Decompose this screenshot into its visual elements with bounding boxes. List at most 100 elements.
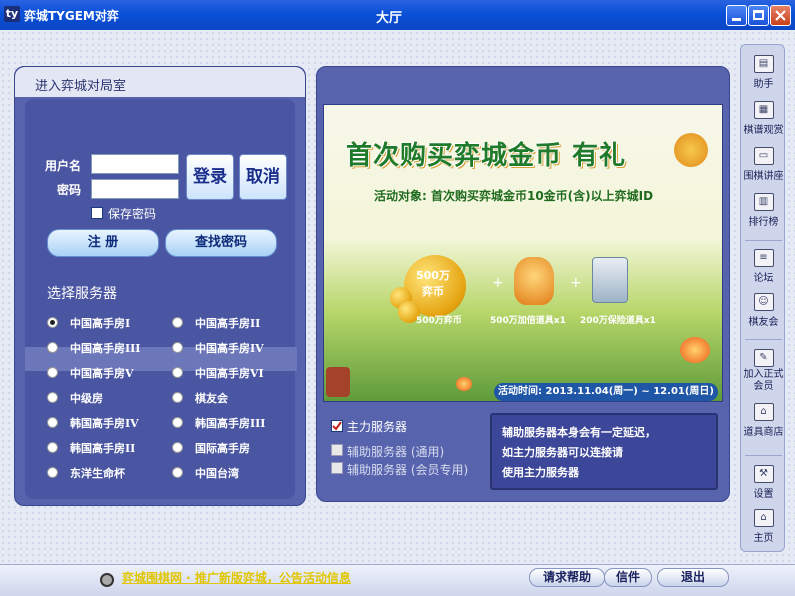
sidebar-item-settings[interactable]: ⚒ 设置 bbox=[741, 465, 786, 500]
coin-badge-line1: 500万 bbox=[416, 269, 450, 282]
notice-line: 辅助服务器本身会有一定延迟， bbox=[502, 426, 656, 439]
aux-server-general-label: 辅助服务器 (通用) bbox=[347, 445, 445, 459]
server-radio[interactable] bbox=[172, 392, 183, 403]
server-label: 中国高手房V bbox=[70, 367, 134, 380]
sidebar-item-home[interactable]: ⌂ 主页 bbox=[741, 509, 786, 544]
promo-banner[interactable]: 首次购买弈城金币 有礼 活动对象: 首次购买弈城金币10金币(含)以上弈城ID … bbox=[323, 104, 723, 402]
assistant-icon: ▤ bbox=[753, 55, 774, 73]
title-bar[interactable]: ty 弈城TYGEM对弈 大厅 bbox=[0, 0, 795, 30]
server-radio[interactable] bbox=[47, 442, 58, 453]
login-panel-header: 进入弈城对局室 bbox=[15, 67, 305, 97]
exit-button[interactable]: 退出 bbox=[657, 568, 729, 587]
server-label: 东洋生命杯 bbox=[70, 467, 125, 480]
server-radio[interactable] bbox=[172, 417, 183, 428]
plus-icon: + bbox=[570, 275, 582, 291]
close-button[interactable] bbox=[770, 5, 791, 26]
sidebar-item-join-member[interactable]: ✎ 加入正式会员 bbox=[741, 349, 786, 393]
speaker-icon[interactable] bbox=[100, 573, 114, 587]
cancel-button[interactable]: 取消 bbox=[239, 154, 287, 200]
save-password-checkbox[interactable] bbox=[91, 207, 103, 219]
close-icon bbox=[775, 10, 786, 21]
bottom-bar: 弈城围棋网 · 推广新版弈城，公告活动信息 请求帮助 信件 退出 bbox=[0, 564, 795, 596]
maximize-icon bbox=[753, 10, 764, 20]
main-server-checkbox[interactable] bbox=[331, 420, 343, 432]
minimize-icon bbox=[732, 18, 741, 21]
sidebar-label: 主页 bbox=[753, 533, 774, 544]
server-label: 中级房 bbox=[70, 392, 103, 405]
sidebar-label: 道具商店 bbox=[743, 427, 784, 438]
forum-icon: ≡ bbox=[753, 249, 774, 267]
server-radio[interactable] bbox=[172, 442, 183, 453]
server-radio[interactable] bbox=[47, 342, 58, 353]
ranking-icon: ▥ bbox=[753, 193, 774, 211]
server-radio[interactable] bbox=[47, 417, 58, 428]
plus-icon: + bbox=[492, 275, 504, 291]
settings-icon: ⚒ bbox=[753, 465, 774, 483]
promo-subtitle: 活动对象: 首次购买弈城金币10金币(含)以上弈城ID bbox=[374, 189, 654, 203]
server-label: 韩国高手房II bbox=[70, 442, 136, 455]
username-input[interactable] bbox=[91, 154, 179, 174]
find-password-button[interactable]: 查找密码 bbox=[165, 229, 277, 257]
server-label: 中国高手房I bbox=[70, 317, 131, 330]
right-sidebar: ▤ 助手 ▦ 棋谱观赏 ▭ 围棋讲座 ▥ 排行榜 ≡ 论坛 ☺ 棋友会 ✎ 加入… bbox=[740, 44, 785, 552]
aux-server-member-checkbox[interactable] bbox=[331, 462, 343, 474]
home-icon: ⌂ bbox=[753, 509, 774, 527]
prize-label: 500万弈币 bbox=[416, 316, 462, 326]
sidebar-label: 围棋讲座 bbox=[743, 171, 784, 182]
register-button[interactable]: 注 册 bbox=[47, 229, 159, 257]
password-label: 密码 bbox=[57, 183, 82, 197]
prize-label: 200万保险道具x1 bbox=[580, 316, 656, 326]
flower-decoration bbox=[680, 337, 710, 363]
sidebar-item-game-records[interactable]: ▦ 棋谱观赏 bbox=[741, 101, 786, 136]
username-label: 用户名 bbox=[45, 159, 82, 173]
notice-line: 如主力服务器可以连接请 bbox=[502, 446, 623, 459]
main-server-label: 主力服务器 bbox=[347, 420, 408, 434]
sidebar-item-club[interactable]: ☺ 棋友会 bbox=[741, 293, 786, 328]
sidebar-label: 助手 bbox=[753, 79, 774, 90]
sidebar-item-ranking[interactable]: ▥ 排行榜 bbox=[741, 193, 786, 228]
server-label: 国际高手房 bbox=[195, 442, 250, 455]
coin-badge-line2: 弈币 bbox=[422, 285, 444, 298]
server-notice-box: 辅助服务器本身会有一定延迟， 如主力服务器可以连接请 使用主力服务器 bbox=[490, 413, 718, 490]
minimize-button[interactable] bbox=[726, 5, 747, 26]
password-input[interactable] bbox=[91, 179, 179, 199]
app-title: 弈城TYGEM对弈 bbox=[24, 9, 119, 23]
server-radio[interactable] bbox=[172, 367, 183, 378]
server-radio[interactable] bbox=[47, 367, 58, 378]
login-panel-title: 进入弈城对局室 bbox=[35, 79, 127, 94]
shop-icon: ⌂ bbox=[753, 403, 774, 421]
sun-decoration bbox=[674, 133, 708, 167]
save-password-label: 保存密码 bbox=[108, 207, 157, 221]
server-radio[interactable] bbox=[172, 317, 183, 328]
sidebar-item-forum[interactable]: ≡ 论坛 bbox=[741, 249, 786, 284]
sidebar-item-lecture[interactable]: ▭ 围棋讲座 bbox=[741, 147, 786, 182]
aux-server-general-checkbox[interactable] bbox=[331, 444, 343, 456]
sidebar-item-assistant[interactable]: ▤ 助手 bbox=[741, 55, 786, 90]
sidebar-label: 棋谱观赏 bbox=[743, 125, 784, 136]
server-radio[interactable] bbox=[47, 392, 58, 403]
server-radio[interactable] bbox=[47, 317, 58, 328]
announcement-marquee[interactable]: 弈城围棋网 · 推广新版弈城，公告活动信息 bbox=[122, 569, 482, 586]
sidebar-label: 论坛 bbox=[753, 273, 774, 284]
promo-title: 首次购买弈城金币 有礼 bbox=[346, 141, 627, 171]
sidebar-label: 设置 bbox=[753, 489, 774, 500]
mail-button[interactable]: 信件 bbox=[604, 568, 652, 587]
sidebar-item-shop[interactable]: ⌂ 道具商店 bbox=[741, 403, 786, 438]
sidebar-divider bbox=[745, 339, 782, 340]
help-button[interactable]: 请求帮助 bbox=[529, 568, 605, 587]
server-label: 中国台湾 bbox=[195, 467, 239, 480]
tygem-logo-icon: ty bbox=[4, 6, 20, 22]
flower-decoration bbox=[326, 367, 350, 397]
maximize-button[interactable] bbox=[748, 5, 769, 26]
server-radio[interactable] bbox=[172, 342, 183, 353]
join-member-icon: ✎ bbox=[753, 349, 774, 367]
login-button[interactable]: 登录 bbox=[186, 154, 234, 200]
server-radio[interactable] bbox=[172, 467, 183, 478]
server-label: 中国高手房IV bbox=[195, 342, 264, 355]
sidebar-label: 加入正式会员 bbox=[743, 369, 784, 392]
server-radio[interactable] bbox=[47, 467, 58, 478]
aux-server-member-label: 辅助服务器 (会员专用) bbox=[347, 463, 469, 477]
sidebar-divider bbox=[745, 240, 782, 241]
server-label: 中国高手房VI bbox=[195, 367, 264, 380]
server-section-title: 选择服务器 bbox=[47, 286, 117, 302]
